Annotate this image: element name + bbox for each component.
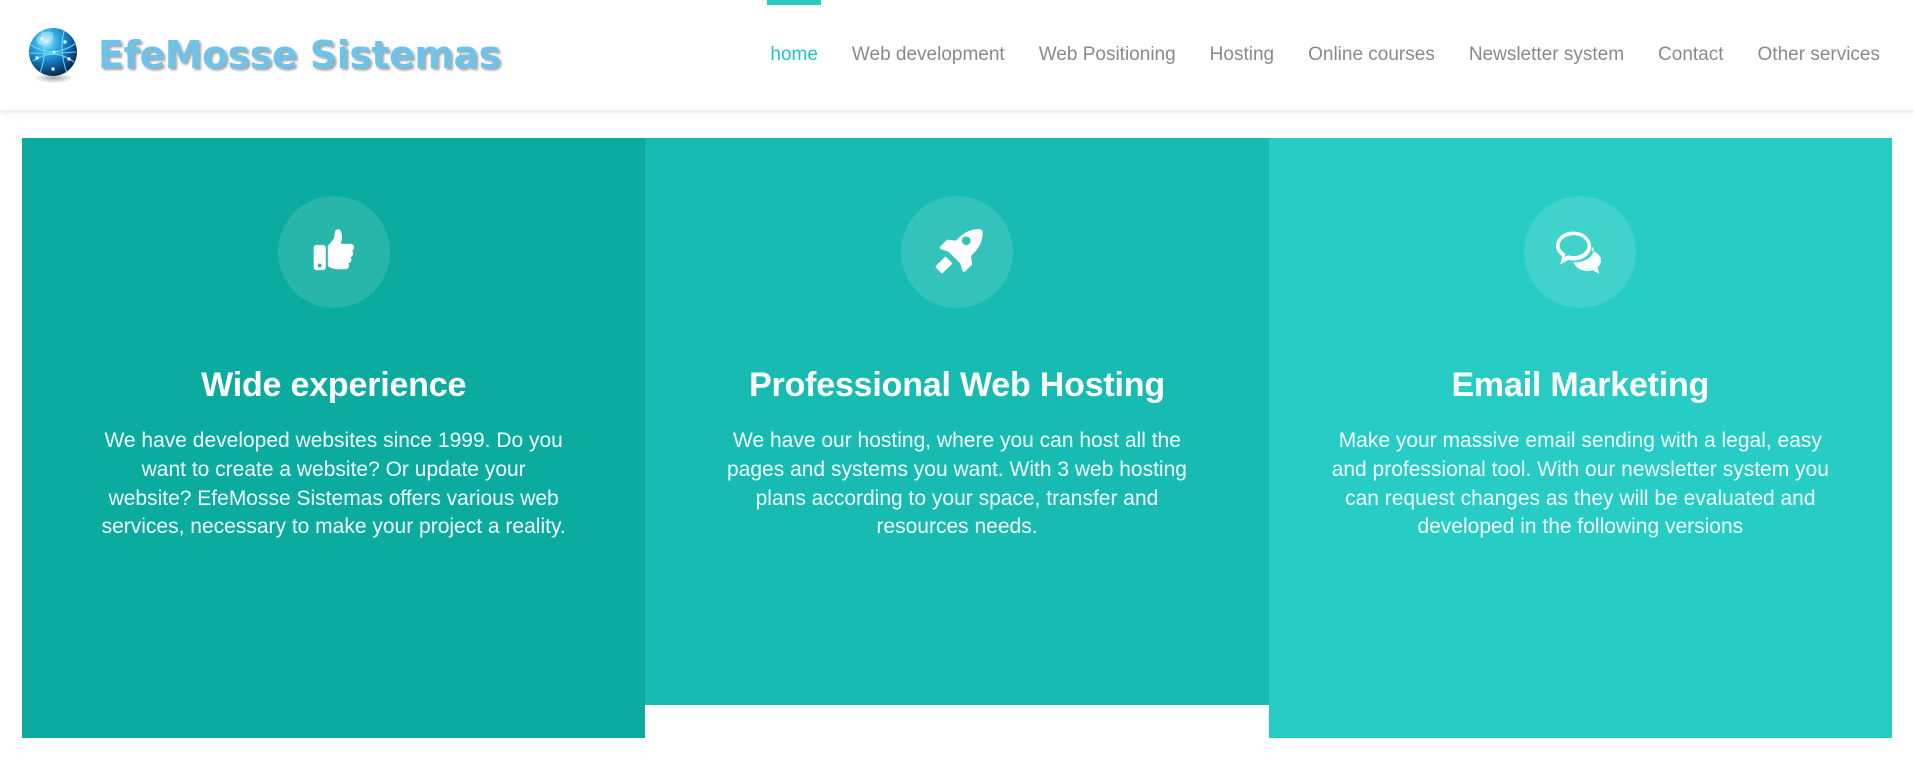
feature-cards-row: Wide experience We have developed websit… (0, 138, 1914, 738)
nav-item-other-services[interactable]: Other services (1741, 0, 1902, 110)
nav-item-web-development[interactable]: Web development (835, 0, 1022, 110)
nav-item-newsletter-system[interactable]: Newsletter system (1452, 0, 1641, 110)
feature-card-text: Make your massive email sending with a l… (1331, 429, 1829, 539)
feature-card-wide-experience[interactable]: Wide experience We have developed websit… (22, 138, 646, 738)
rocket-icon (900, 196, 1013, 308)
main-navigation: home Web development Web Positioning Hos… (753, 0, 1902, 110)
brand-name: EfeMosse Sistemas (98, 33, 501, 77)
feature-card-title: Wide experience (201, 366, 467, 404)
thumbs-up-icon (277, 196, 390, 308)
globe-network-icon (24, 25, 84, 85)
nav-item-contact[interactable]: Contact (1641, 0, 1740, 110)
brand-logo-link[interactable]: EfeMosse Sistemas (24, 25, 501, 85)
feature-card-text: We have our hosting, where you can host … (727, 429, 1187, 539)
feature-card-title: Email Marketing (1451, 366, 1710, 404)
feature-card-text: We have developed websites since 1999. D… (101, 429, 566, 539)
feature-card-professional-web-hosting[interactable]: Professional Web Hosting We have our hos… (645, 138, 1269, 705)
feature-card-title: Professional Web Hosting (749, 366, 1165, 404)
site-header: EfeMosse Sistemas home Web development W… (0, 0, 1914, 110)
feature-card-email-marketing[interactable]: Email Marketing Make your massive email … (1268, 138, 1892, 738)
nav-item-online-courses[interactable]: Online courses (1291, 0, 1452, 110)
chat-bubbles-icon (1524, 196, 1637, 308)
nav-item-hosting[interactable]: Hosting (1193, 0, 1291, 110)
nav-item-home[interactable]: home (753, 0, 835, 110)
nav-item-web-positioning[interactable]: Web Positioning (1022, 0, 1193, 110)
